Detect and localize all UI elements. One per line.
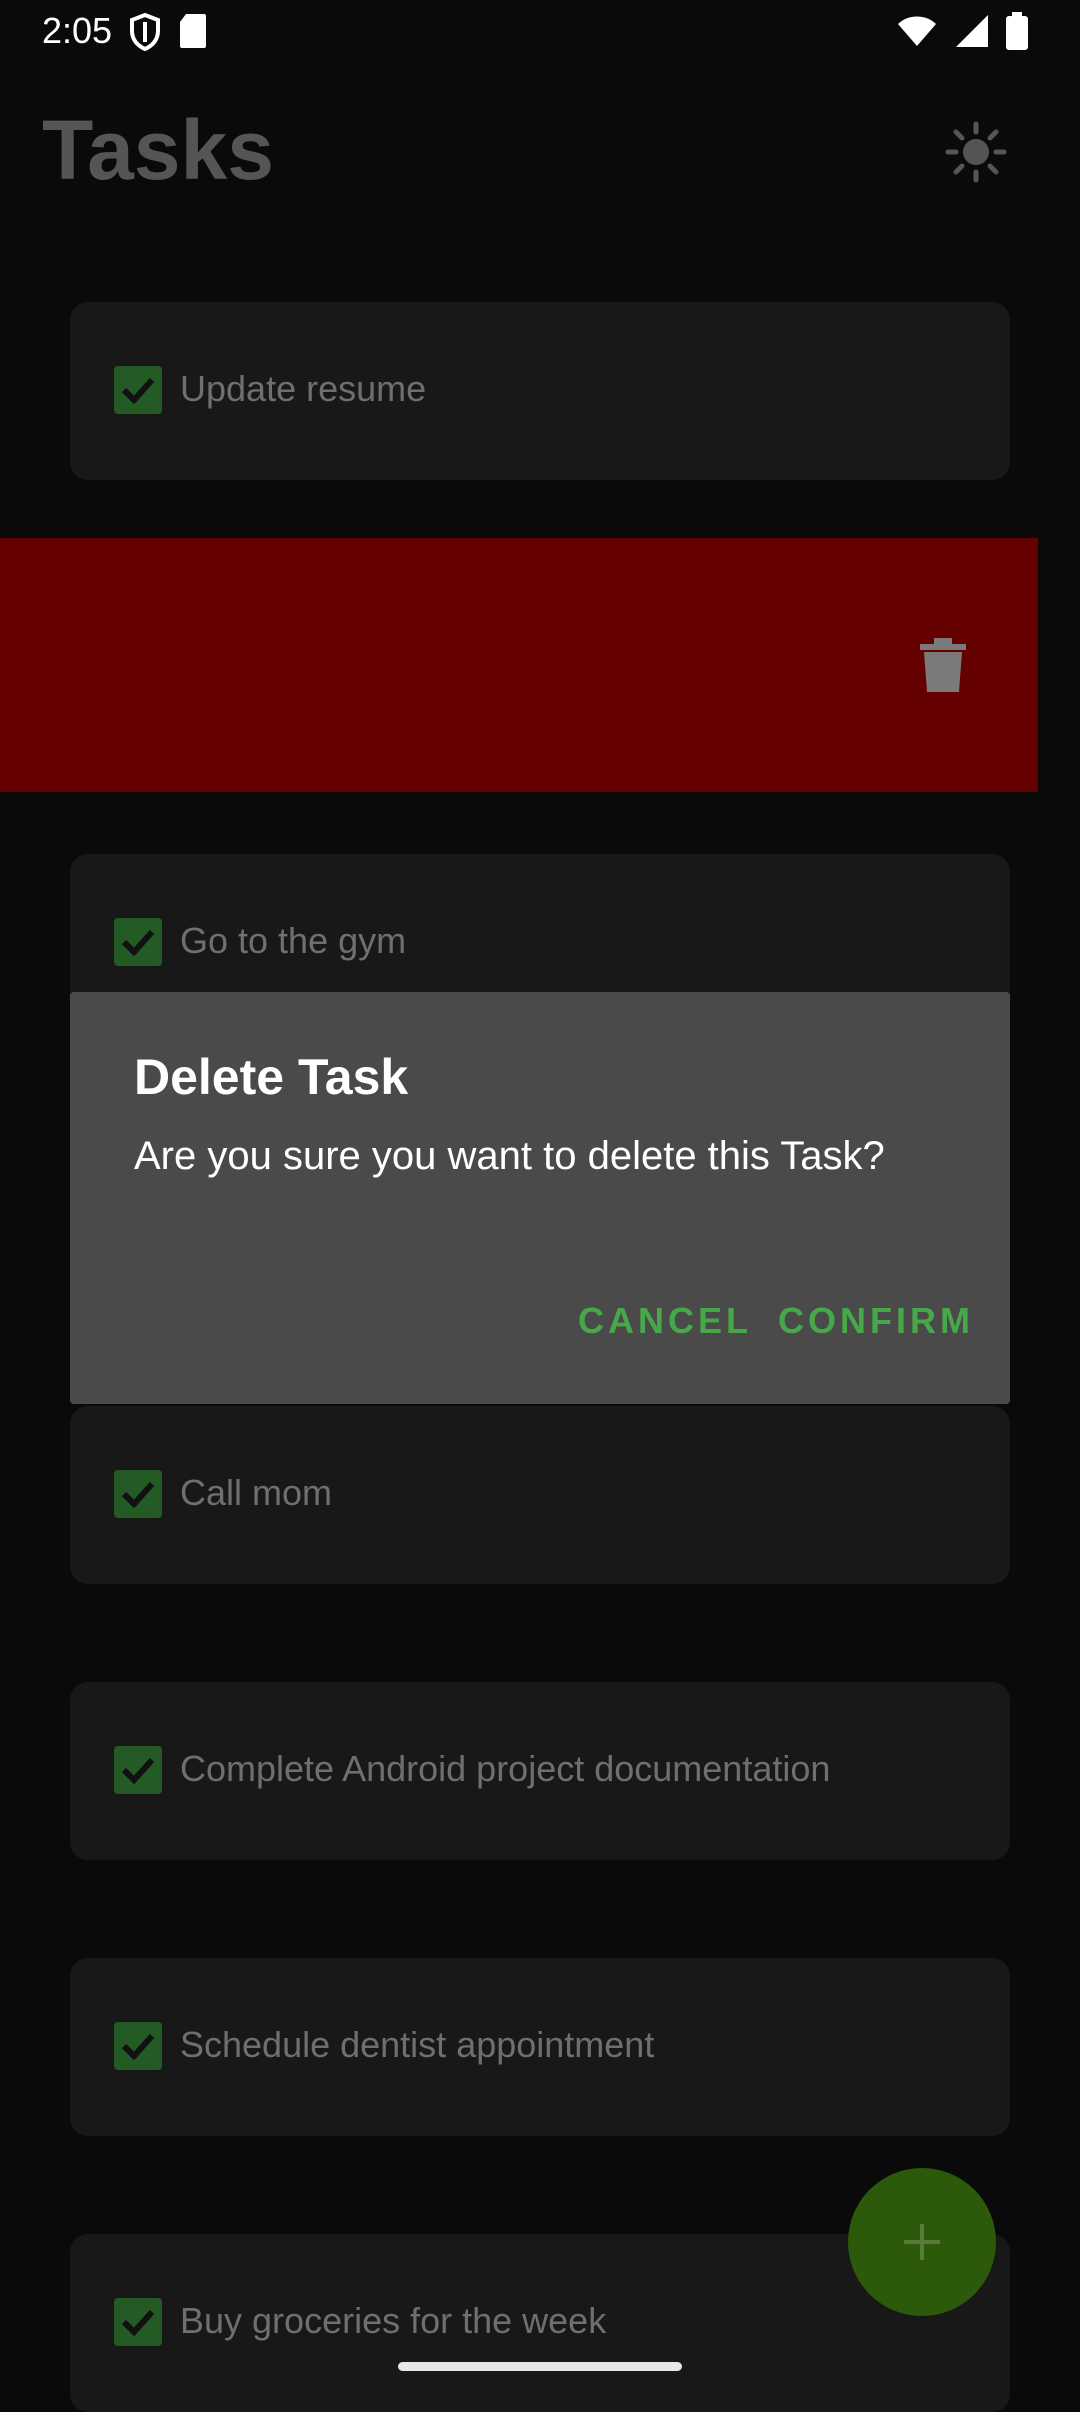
- task-label: Update resume: [180, 368, 427, 409]
- check-icon: [121, 377, 155, 405]
- check-icon: [121, 929, 155, 957]
- add-task-button[interactable]: [848, 2168, 996, 2316]
- wifi-icon: [898, 16, 936, 46]
- check-icon: [121, 1481, 155, 1509]
- task-card[interactable]: Complete Android project documentation: [70, 1682, 1010, 1860]
- confirm-button[interactable]: CONFIRM: [778, 1300, 974, 1342]
- battery-icon: [1006, 12, 1028, 50]
- check-icon: [121, 1757, 155, 1785]
- task-label: Go to the gym: [180, 920, 407, 961]
- shield-icon: [130, 12, 160, 52]
- cancel-button[interactable]: CANCEL: [578, 1300, 752, 1342]
- trash-icon[interactable]: [920, 638, 966, 692]
- swipe-delete-background[interactable]: [0, 538, 1038, 792]
- dialog-message: Are you sure you want to delete this Tas…: [134, 1134, 885, 1178]
- plus-icon: [904, 2224, 940, 2260]
- status-time: 2:05: [42, 10, 113, 51]
- gesture-nav-bar[interactable]: [398, 2362, 682, 2371]
- task-checkbox[interactable]: [114, 1470, 162, 1518]
- status-left-icons: [128, 12, 208, 52]
- task-card[interactable]: Schedule dentist appointment: [70, 1958, 1010, 2136]
- task-checkbox[interactable]: [114, 1746, 162, 1794]
- task-label: Call mom: [180, 1472, 333, 1513]
- task-card[interactable]: Update resume: [70, 302, 1010, 480]
- check-icon: [121, 2309, 155, 2337]
- status-right-icons: [896, 12, 1028, 50]
- sd-card-icon: [180, 14, 206, 48]
- check-icon: [121, 2033, 155, 2061]
- task-label: Complete Android project documentation: [180, 1748, 831, 1789]
- page-title: Tasks: [42, 103, 274, 197]
- dialog-title: Delete Task: [134, 1049, 409, 1105]
- theme-toggle-button[interactable]: [944, 120, 1008, 184]
- delete-dialog: Delete Task Are you sure you want to del…: [70, 992, 1010, 1404]
- task-checkbox[interactable]: [114, 2298, 162, 2346]
- sun-icon: [945, 121, 1007, 183]
- task-label: Buy groceries for the week: [180, 2300, 607, 2341]
- task-checkbox[interactable]: [114, 918, 162, 966]
- task-checkbox[interactable]: [114, 366, 162, 414]
- signal-icon: [956, 15, 988, 47]
- task-label: Schedule dentist appointment: [180, 2024, 655, 2065]
- task-checkbox[interactable]: [114, 2022, 162, 2070]
- status-bar: 2:05: [0, 0, 1080, 66]
- task-card[interactable]: Call mom: [70, 1406, 1010, 1584]
